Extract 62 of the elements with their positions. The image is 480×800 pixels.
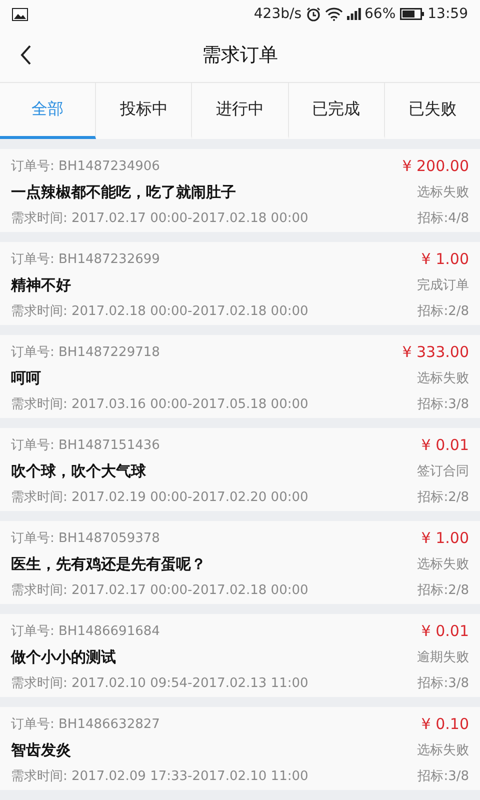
- bid-count: 招标:4/8: [418, 210, 469, 227]
- order-time: 需求时间: 2017.02.18 00:00-2017.02.18 00:00: [11, 303, 308, 320]
- order-status: 签订合同: [417, 463, 469, 480]
- alarm-icon: [306, 6, 321, 22]
- order-time: 需求时间: 2017.02.09 17:33-2017.02.10 11:00: [11, 768, 308, 785]
- order-card[interactable]: 订单号: BH1487059378 ¥ 1.00 医生，先有鸡还是先有蛋呢？ 选标失败 需求时间: 2017.02.17 00:00-2017.02.18 00:00 招标:2/8: [0, 521, 480, 604]
- order-card[interactable]: 订单号: BH1487234906 ¥ 200.00 一点辣椒都不能吃，吃了就闹肚子 选标失败 需求时间: 2017.02.17 00:00-2017.02.18 00:00 招标:4/8: [0, 149, 480, 232]
- order-number: 订单号: BH1487229718: [11, 344, 160, 361]
- order-title: 医生，先有鸡还是先有蛋呢？: [11, 554, 206, 574]
- order-number: 订单号: BH1486632827: [11, 716, 160, 733]
- battery-icon: [400, 8, 424, 20]
- order-title: 智齿发炎: [11, 740, 71, 760]
- order-title: 精神不好: [11, 276, 71, 294]
- clock-time: 13:59: [428, 6, 468, 22]
- order-status: 逾期失败: [417, 649, 469, 666]
- order-status: 选标失败: [417, 742, 469, 759]
- gallery-icon: [12, 8, 28, 20]
- order-number: 订单号: BH1487232699: [11, 251, 160, 268]
- order-card[interactable]: 订单号: BH1487229718 ¥ 333.00 呵呵 选标失败 需求时间: 2017.03.16 00:00-2017.05.18 00:00 招标:3/8: [0, 335, 480, 418]
- order-status: 选标失败: [417, 370, 469, 387]
- order-price: ¥ 200.00: [402, 157, 469, 175]
- order-price: ¥ 1.00: [421, 529, 469, 547]
- battery-percent: 66%: [364, 6, 396, 22]
- bid-count: 招标:2/8: [418, 582, 469, 599]
- bid-count: 招标:2/8: [418, 489, 469, 506]
- order-title: 吹个球，吹个大气球: [11, 462, 146, 480]
- signal-icon: [346, 8, 361, 20]
- order-price: ¥ 0.01: [421, 622, 469, 640]
- network-speed: 423b/s: [254, 6, 302, 22]
- filter-tab[interactable]: 投标中: [96, 83, 192, 139]
- order-price: ¥ 333.00: [402, 343, 469, 361]
- filter-tab[interactable]: 进行中: [192, 83, 289, 139]
- order-title: 做个小小的测试: [11, 648, 116, 666]
- order-card[interactable]: 订单号: BH1486632827 ¥ 0.10 智齿发炎 选标失败 需求时间: 2017.02.09 17:33-2017.02.10 11:00 招标:3/8: [0, 707, 480, 790]
- order-status: 完成订单: [417, 277, 469, 294]
- order-number: 订单号: BH1486691684: [11, 623, 160, 640]
- order-status: 选标失败: [417, 184, 469, 201]
- page-title: 需求订单: [202, 43, 278, 68]
- order-status: 选标失败: [417, 556, 469, 573]
- bid-count: 招标:3/8: [418, 675, 469, 692]
- order-title: 一点辣椒都不能吃，吃了就闹肚子: [11, 182, 236, 202]
- order-title: 呵呵: [11, 368, 41, 388]
- order-time: 需求时间: 2017.02.17 00:00-2017.02.18 00:00: [11, 582, 308, 599]
- order-number: 订单号: BH1487059378: [11, 530, 160, 547]
- bid-count: 招标:3/8: [418, 768, 469, 785]
- filter-tab[interactable]: 已完成: [288, 83, 385, 139]
- wifi-icon: [324, 7, 343, 21]
- bid-count: 招标:3/8: [418, 396, 469, 413]
- order-card[interactable]: 订单号: BH1487151436 ¥ 0.01 吹个球，吹个大气球 签订合同 需求时间: 2017.02.19 00:00-2017.02.20 00:00 招标:2/8: [0, 428, 480, 511]
- order-number: 订单号: BH1487234906: [11, 158, 160, 175]
- order-price: ¥ 0.01: [421, 436, 469, 454]
- order-card[interactable]: 订单号: BH1487232699 ¥ 1.00 精神不好 完成订单 需求时间: 2017.02.18 00:00-2017.02.18 00:00 招标:2/8: [0, 242, 480, 325]
- order-number: 订单号: BH1487151436: [11, 437, 160, 454]
- order-time: 需求时间: 2017.03.16 00:00-2017.05.18 00:00: [11, 396, 308, 413]
- order-price: ¥ 0.10: [421, 715, 469, 733]
- order-price: ¥ 1.00: [421, 250, 469, 268]
- bid-count: 招标:2/8: [418, 303, 469, 320]
- order-time: 需求时间: 2017.02.10 09:54-2017.02.13 11:00: [11, 675, 308, 692]
- filter-tab[interactable]: 已失败: [384, 83, 480, 139]
- order-time: 需求时间: 2017.02.17 00:00-2017.02.18 00:00: [11, 210, 308, 227]
- order-time: 需求时间: 2017.02.19 00:00-2017.02.20 00:00: [11, 489, 308, 506]
- order-card[interactable]: 订单号: BH1486691684 ¥ 0.01 做个小小的测试 逾期失败 需求时间: 2017.02.10 09:54-2017.02.13 11:00 招标:3/8: [0, 614, 480, 697]
